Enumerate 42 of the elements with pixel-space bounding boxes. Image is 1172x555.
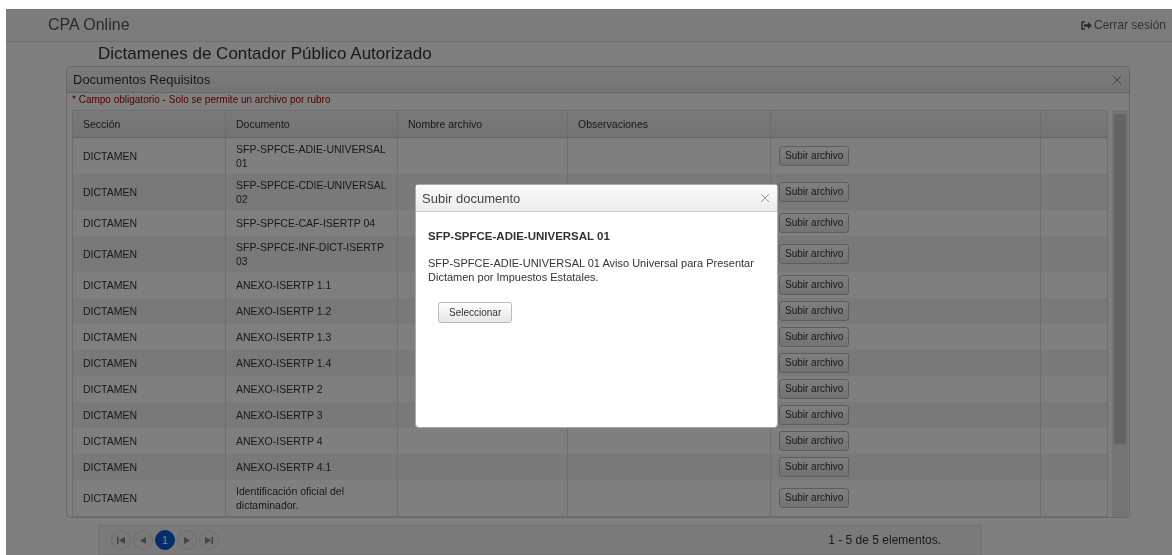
upload-button[interactable]: Subir archivo [779,405,850,425]
upload-button[interactable]: Subir archivo [779,431,850,451]
page-heading: Dictamenes de Contador Público Autorizado [98,44,433,64]
page-number-button[interactable]: 1 [155,530,175,550]
column-header: Nombre archivo [398,111,568,137]
previous-page-button[interactable] [133,530,153,550]
next-icon [184,536,190,544]
upload-button[interactable]: Subir archivo [779,213,850,233]
first-page-icon [117,536,125,544]
brand-title[interactable]: CPA Online [48,16,130,34]
modal-title: Subir documento [422,190,521,206]
logout-icon [1080,20,1092,30]
close-icon[interactable] [1113,75,1121,84]
required-note: * Campo obligatorio - Solo se permite un archivo por rubro [72,93,332,107]
column-header: Observaciones [568,111,771,137]
document-name: SFP-SPFCE-ADIE-UNIVERSAL 01 [428,230,611,242]
upload-button[interactable]: Subir archivo [779,327,850,347]
dialog-title: Documentos Requisitos [73,72,211,87]
upload-button[interactable]: Subir archivo [779,244,850,264]
last-page-icon [205,536,213,544]
previous-icon [140,536,146,544]
upload-button[interactable]: Subir archivo [779,182,850,202]
upload-button[interactable]: Subir archivo [779,301,850,321]
first-page-button[interactable] [111,530,131,550]
document-description: SFP-SPFCE-ADIE-UNIVERSAL 01 Aviso Universal para Presentar Dictamen por Impuestos Estatales. [428,256,755,284]
close-icon[interactable] [761,194,769,202]
upload-button[interactable]: Subir archivo [779,275,850,295]
upload-button[interactable]: Subir archivo [779,488,850,508]
pager-summary: 1 - 5 de 5 elementos. [828,533,941,547]
column-header: Documento [226,111,398,137]
upload-button[interactable]: Subir archivo [779,457,850,477]
upload-button[interactable]: Subir archivo [779,379,850,399]
select-button[interactable]: Seleccionar [438,302,513,323]
column-header: Sección [73,111,226,137]
table-cell: DICTAMEN [73,480,226,516]
last-page-button[interactable] [199,530,219,550]
next-page-button[interactable] [177,530,197,550]
logout-link[interactable]: Cerrar sesión [1080,18,1166,32]
scrollbar[interactable] [1112,110,1128,517]
upload-button[interactable]: Subir archivo [779,146,850,166]
table-cell: Identificación oficial del dictaminador. [226,480,398,516]
upload-button[interactable]: Subir archivo [779,353,850,373]
